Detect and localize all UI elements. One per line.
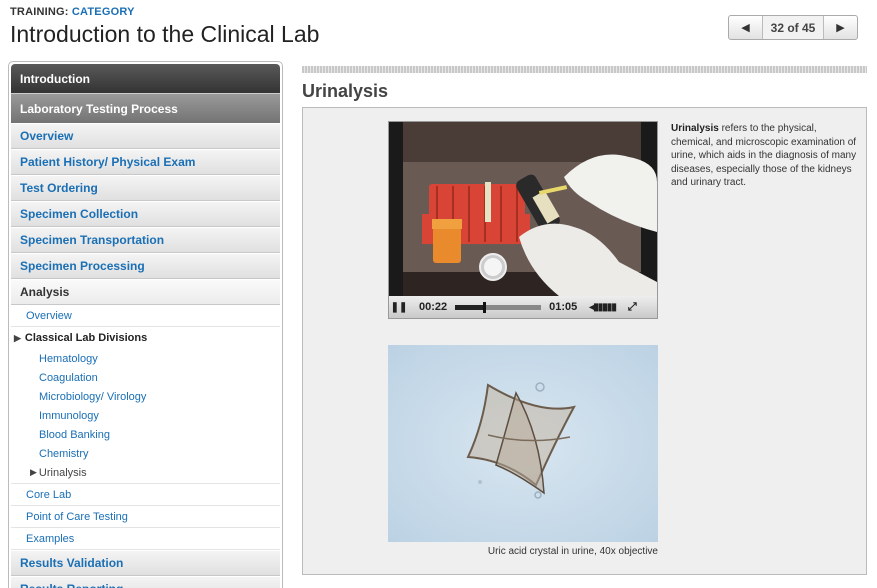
- sidebar-item-overview[interactable]: Overview: [11, 123, 280, 149]
- sidebar-item-laboratory-testing-process[interactable]: Laboratory Testing Process: [11, 93, 280, 123]
- section-title: Urinalysis: [302, 81, 389, 101]
- sidebar-item-specimen-collection[interactable]: Specimen Collection: [11, 201, 280, 227]
- category-link[interactable]: CATEGORY: [72, 6, 135, 18]
- page-pager: ◀ 32 of 45 ▶: [728, 15, 858, 40]
- page-count: 32 of 45: [762, 16, 824, 39]
- volume-icon[interactable]: ◂▮▮▮▮▮: [589, 302, 617, 313]
- page-title: Introduction to the Clinical Lab: [10, 21, 320, 47]
- training-label: TRAINING:: [10, 6, 69, 18]
- micrograph-image: [388, 345, 658, 542]
- sidebar-item-introduction[interactable]: Introduction: [11, 64, 280, 93]
- next-page-button[interactable]: ▶: [824, 16, 857, 39]
- subitem-classical-label: Classical Lab Divisions: [24, 332, 148, 344]
- subsub-item-blood-banking[interactable]: Blood Banking: [11, 425, 280, 444]
- sidebar-item-patient-history[interactable]: Patient History/ Physical Exam: [11, 149, 280, 175]
- duration: 01:05: [549, 301, 578, 313]
- image-caption: Uric acid crystal in urine, 40x objectiv…: [487, 546, 658, 557]
- sidebar-item-results-validation[interactable]: Results Validation: [11, 550, 280, 576]
- video-progress-fill: [455, 304, 485, 310]
- description-text: Urinalysis refers to the physical, chemi…: [671, 122, 861, 190]
- sidebar-item-specimen-transportation[interactable]: Specimen Transportation: [11, 227, 280, 253]
- sidebar-item-specimen-processing[interactable]: Specimen Processing: [11, 253, 280, 279]
- subsub-item-urinalysis[interactable]: ▶ Urinalysis: [11, 463, 280, 482]
- triangle-left-icon: ◀: [741, 22, 750, 34]
- video-controls: ❚❚ 00:22 01:05 ◂▮▮▮▮▮ ⤢: [389, 296, 657, 318]
- lesson-page: { "header": { "training_label": "TRAININ…: [0, 0, 877, 588]
- subitem-classical-lab-divisions[interactable]: ▶ Classical Lab Divisions: [11, 327, 280, 349]
- content-panel: ❚❚ 00:22 01:05 ◂▮▮▮▮▮ ⤢ Urinalysis refer…: [302, 107, 867, 575]
- expanded-arrow-icon: ▶: [14, 332, 21, 343]
- subsub-item-chemistry[interactable]: Chemistry: [11, 444, 280, 463]
- subitem-core-lab[interactable]: Core Lab: [11, 484, 280, 506]
- subsub-item-microbiology[interactable]: Microbiology/ Virology: [11, 387, 280, 406]
- subitem-overview[interactable]: Overview: [11, 305, 280, 327]
- current-time: 00:22: [419, 301, 448, 313]
- triangle-right-icon: ▶: [836, 22, 845, 34]
- video-player[interactable]: ❚❚ 00:22 01:05 ◂▮▮▮▮▮ ⤢: [388, 121, 658, 319]
- video-progress-thumb[interactable]: [483, 301, 487, 313]
- uric-acid-crystal-image: [388, 345, 658, 542]
- fullscreen-icon[interactable]: ⤢: [628, 301, 637, 314]
- sidebar-nav: Introduction Laboratory Testing Process …: [8, 61, 283, 588]
- subsub-item-hematology[interactable]: Hematology: [11, 349, 280, 368]
- description-term: Urinalysis: [671, 123, 719, 134]
- sidebar-item-analysis[interactable]: Analysis: [11, 279, 280, 305]
- pause-button[interactable]: ❚❚: [389, 302, 409, 313]
- divisions-list: Hematology Coagulation Microbiology/ Vir…: [11, 349, 280, 484]
- subsub-item-immunology[interactable]: Immunology: [11, 406, 280, 425]
- subitem-examples[interactable]: Examples: [11, 528, 280, 550]
- video-progress-bar[interactable]: [455, 301, 542, 313]
- subitem-point-of-care[interactable]: Point of Care Testing: [11, 506, 280, 528]
- sidebar-item-results-reporting[interactable]: Results Reporting: [11, 576, 280, 588]
- sidebar-item-test-ordering[interactable]: Test Ordering: [11, 175, 280, 201]
- section-divider: [302, 66, 867, 73]
- video-frame: [389, 122, 657, 296]
- subsub-item-coagulation[interactable]: Coagulation: [11, 368, 280, 387]
- subsub-item-urinalysis-label: Urinalysis: [38, 466, 87, 479]
- breadcrumb: TRAINING: CATEGORY: [10, 6, 135, 18]
- current-arrow-icon: ▶: [30, 467, 37, 477]
- prev-page-button[interactable]: ◀: [729, 16, 762, 39]
- analysis-submenu: Overview ▶ Classical Lab Divisions Hemat…: [11, 305, 280, 550]
